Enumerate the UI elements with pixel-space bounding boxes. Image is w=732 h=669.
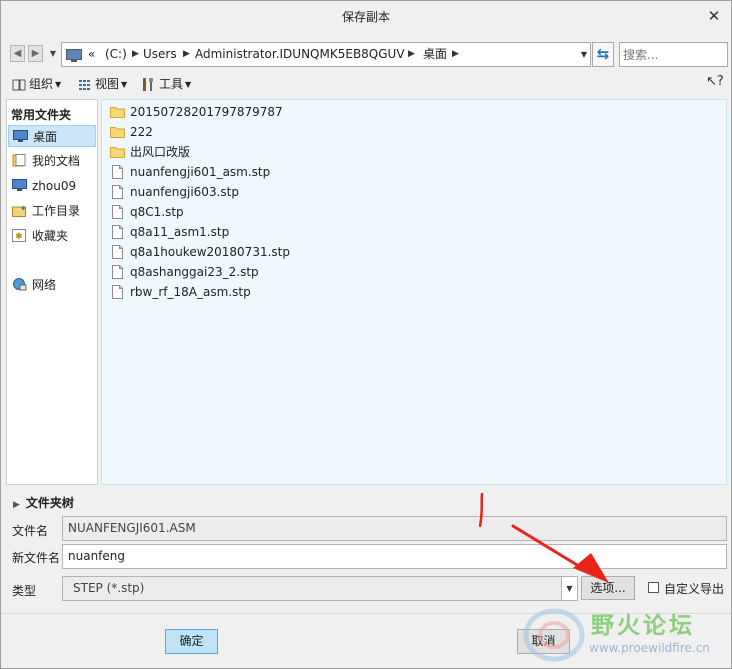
sidebar-item-zhou09[interactable]: zhou09 bbox=[8, 175, 96, 197]
chevron-down-icon: ▼ bbox=[49, 49, 57, 58]
desktop-icon bbox=[13, 130, 28, 142]
chevron-down-icon: ▼ bbox=[185, 79, 192, 89]
file-type-select[interactable]: STEP (*.stp) bbox=[62, 576, 562, 601]
new-filename-input[interactable]: nuanfeng bbox=[62, 544, 727, 569]
file-name: nuanfengji603.stp bbox=[130, 185, 239, 199]
view-menu[interactable]: 视图 ▼ bbox=[78, 74, 127, 94]
file-name: 20150728201797879787 bbox=[130, 105, 283, 119]
sidebar-item-network[interactable]: 网络 bbox=[8, 274, 96, 296]
file-icon bbox=[112, 205, 123, 219]
working-directory-icon: ✦ bbox=[12, 204, 27, 217]
file-icon bbox=[112, 225, 123, 239]
view-icon bbox=[79, 79, 90, 90]
sidebar-item-label: 收藏夹 bbox=[32, 229, 69, 243]
file-icon bbox=[112, 185, 123, 199]
red-arrow-icon bbox=[511, 524, 609, 583]
filename-field: NUANFENGJI601.ASM bbox=[62, 516, 727, 541]
sidebar-item-label: 我的文档 bbox=[32, 154, 81, 168]
history-dropdown[interactable]: ▼ bbox=[47, 45, 59, 62]
red-annotation-mark bbox=[479, 493, 484, 527]
file-icon bbox=[112, 165, 123, 179]
organize-label: 组织 bbox=[29, 77, 54, 91]
tools-menu[interactable]: 工具 ▼ bbox=[141, 74, 191, 94]
file-icon bbox=[112, 285, 123, 299]
help-cursor-icon[interactable]: ↖? bbox=[706, 74, 724, 89]
sidebar-item-favorites[interactable]: ✱ 收藏夹 bbox=[8, 225, 96, 247]
filename-label: 文件名 bbox=[12, 524, 49, 538]
organize-icon bbox=[12, 79, 26, 90]
file-name: q8a1houkew20180731.stp bbox=[130, 245, 290, 259]
arrow-right-icon: ▶ bbox=[31, 48, 40, 59]
sidebar-item-label: 工作目录 bbox=[32, 204, 81, 218]
refresh-icon: ⇆ bbox=[596, 45, 610, 63]
breadcrumb-separator-icon[interactable]: ▶ bbox=[183, 43, 190, 66]
documents-icon bbox=[12, 154, 26, 167]
file-name: 222 bbox=[130, 125, 153, 139]
chevron-down-icon: ▼ bbox=[55, 79, 62, 89]
common-folders-heading: 常用文件夹 bbox=[11, 108, 72, 122]
sidebar-item-working-directory[interactable]: ✦ 工作目录 bbox=[8, 200, 96, 222]
watermark-url: www.proewildfire.cn bbox=[589, 641, 710, 655]
breadcrumb-user-folder[interactable]: Administrator.IDUNQMK5EB8QGUV bbox=[195, 43, 405, 66]
breadcrumb-separator-icon[interactable]: ▶ bbox=[408, 43, 415, 66]
sidebar-item-my-documents[interactable]: 我的文档 bbox=[8, 150, 96, 172]
breadcrumb-separator-icon[interactable]: ▶ bbox=[132, 43, 139, 66]
type-label: 类型 bbox=[12, 584, 37, 598]
breadcrumb-overflow[interactable]: « bbox=[88, 43, 95, 66]
triangle-right-icon: ▶ bbox=[13, 500, 20, 510]
back-button[interactable]: ◀ bbox=[10, 45, 25, 62]
breadcrumb-separator-icon[interactable]: ▶ bbox=[452, 43, 459, 66]
sidebar-item-desktop[interactable]: 桌面 bbox=[8, 125, 96, 147]
chevron-down-icon: ▼ bbox=[121, 79, 128, 89]
arrow-left-icon: ◀ bbox=[13, 48, 22, 59]
sidebar-item-label: 网络 bbox=[32, 278, 57, 292]
forward-button[interactable]: ▶ bbox=[28, 45, 43, 62]
view-label: 视图 bbox=[95, 77, 120, 91]
tools-icon bbox=[143, 78, 153, 91]
svg-text:✱: ✱ bbox=[15, 232, 23, 242]
file-icon bbox=[112, 265, 123, 279]
file-icon bbox=[112, 245, 123, 259]
new-filename-label: 新文件名 bbox=[12, 551, 61, 565]
title-bar: 保存副本 bbox=[1, 1, 731, 33]
organize-menu[interactable]: 组织 ▼ bbox=[12, 74, 61, 94]
sidebar-item-label: zhou09 bbox=[32, 179, 77, 193]
breadcrumb-drive[interactable]: (C:) bbox=[105, 43, 127, 66]
breadcrumb-desktop[interactable]: 桌面 bbox=[423, 43, 447, 66]
watermark-text: 野火论坛 bbox=[591, 613, 695, 639]
computer-icon bbox=[12, 179, 27, 191]
common-folders-panel: 常用文件夹 桌面 我的文档 zhou09 ✦ 工作目录 ✱ 收藏夹 网络 bbox=[6, 99, 98, 485]
save-copy-dialog: 保存副本 ✕ ◀ ▶ ▼ « (C:) ▶ Users ▶ Administra… bbox=[0, 0, 732, 669]
favorites-icon: ✱ bbox=[12, 229, 26, 242]
close-button[interactable]: ✕ bbox=[705, 7, 723, 25]
tools-label: 工具 bbox=[159, 77, 184, 91]
file-name: q8C1.stp bbox=[130, 205, 184, 219]
file-name: 出风口改版 bbox=[130, 145, 191, 159]
close-icon: ✕ bbox=[707, 7, 721, 25]
folder-icon bbox=[110, 107, 125, 118]
custom-export-checkbox[interactable] bbox=[648, 582, 659, 593]
file-name: q8ashanggai23_2.stp bbox=[130, 265, 259, 279]
sidebar-item-label: 桌面 bbox=[33, 130, 58, 144]
ok-button[interactable]: 确定 bbox=[165, 629, 218, 654]
file-name: nuanfengji601_asm.stp bbox=[130, 165, 271, 179]
file-list[interactable]: 20150728201797879787 222 出风口改版 nuanfengji60… bbox=[101, 99, 727, 485]
refresh-button[interactable]: ⇆ bbox=[592, 42, 614, 67]
folder-tree-toggle[interactable]: ▶ 文件夹树 bbox=[13, 494, 74, 511]
window-title: 保存副本 bbox=[341, 10, 390, 24]
file-name: q8a11_asm1.stp bbox=[130, 225, 230, 239]
computer-icon bbox=[66, 49, 82, 62]
svg-text:✦: ✦ bbox=[20, 204, 27, 213]
folder-icon bbox=[110, 147, 125, 158]
folder-tree-label: 文件夹树 bbox=[25, 496, 74, 510]
address-bar[interactable]: « (C:) ▶ Users ▶ Administrator.IDUNQMK5E… bbox=[61, 42, 591, 67]
address-dropdown-icon[interactable]: ▼ bbox=[581, 43, 587, 66]
breadcrumb-users[interactable]: Users bbox=[143, 43, 177, 66]
file-name: rbw_rf_18A_asm.stp bbox=[130, 285, 251, 299]
custom-export-label: 自定义导出 bbox=[664, 582, 725, 596]
chevron-down-icon: ▼ bbox=[566, 584, 573, 593]
search-input[interactable] bbox=[619, 42, 728, 67]
network-icon bbox=[13, 278, 27, 291]
folder-icon bbox=[110, 127, 125, 138]
